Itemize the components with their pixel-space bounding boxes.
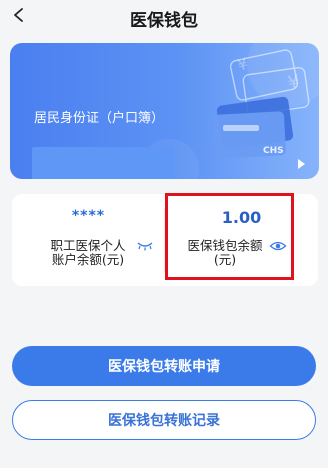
card-brand-text: CHS bbox=[263, 146, 284, 156]
header-bar: 医保钱包 bbox=[0, 0, 328, 34]
personal-balance-label: 职工医保个人 账户余额(元) bbox=[50, 238, 126, 267]
transfer-apply-button[interactable]: 医保钱包转账申请 bbox=[12, 346, 316, 386]
masked-id-field bbox=[32, 147, 175, 179]
play-arrow-icon[interactable] bbox=[298, 159, 305, 169]
highlight-box bbox=[165, 193, 294, 280]
transfer-records-button[interactable]: 医保钱包转账记录 bbox=[12, 400, 316, 440]
eye-closed-icon[interactable] bbox=[136, 240, 154, 252]
personal-balance-value: **** bbox=[71, 208, 106, 224]
id-card-banner[interactable]: ¥ ¥ CHS 居民身份证（户口簿） bbox=[10, 43, 319, 179]
id-type-label: 居民身份证（户口簿） bbox=[34, 111, 165, 126]
page-title: 医保钱包 bbox=[130, 11, 198, 31]
svg-text:¥: ¥ bbox=[235, 54, 249, 75]
personal-account-balance[interactable]: **** 职工医保个人 账户余额(元) bbox=[12, 194, 165, 286]
